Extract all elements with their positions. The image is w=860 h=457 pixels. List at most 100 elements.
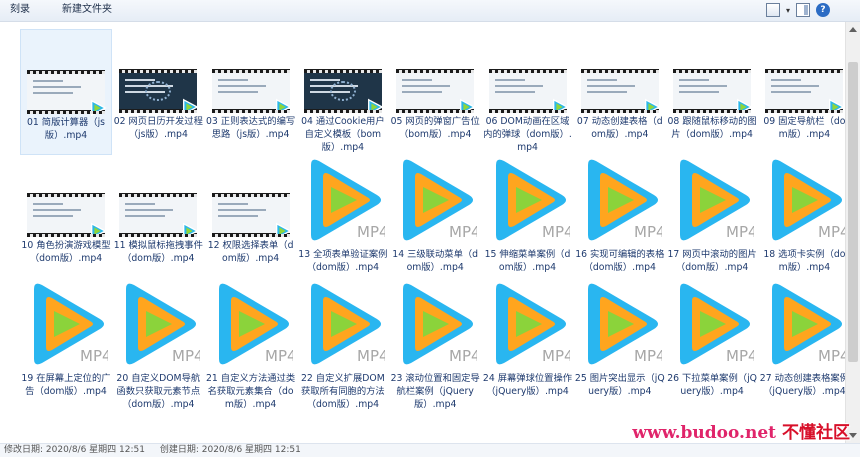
vertical-scrollbar[interactable]: [845, 22, 860, 443]
file-item[interactable]: 03 正则表达式的编写思路（js版）.mp4: [205, 29, 297, 155]
frame-line: [679, 91, 720, 93]
file-name: 06 DOM动画在区域内的弹球（dom版）.mp4: [483, 116, 572, 153]
file-item[interactable]: 08 跟随鼠标移动的图片（dom版）.mp4: [666, 29, 758, 155]
mp4-badge-text: MP4: [172, 347, 200, 365]
watermark-url: www.budoo.net: [632, 423, 776, 443]
video-thumbnail: [27, 70, 107, 117]
file-item[interactable]: 02 网页日历开发过程（js版）.mp4: [112, 29, 204, 155]
file-item[interactable]: 04 通过Cookie用户自定义模板（bom版）.mp4: [297, 29, 389, 155]
scroll-up-arrow-icon[interactable]: [849, 27, 857, 32]
play-icon: [643, 98, 661, 116]
file-item[interactable]: 11 模拟鼠标拖拽事件（dom版）.mp4: [112, 153, 204, 279]
scroll-thumb[interactable]: [848, 62, 858, 362]
file-name: 15 伸缩菜单案例（dom版）.mp4: [484, 249, 571, 273]
frame-line: [402, 79, 433, 81]
frame-line: [33, 80, 63, 82]
frame-line: [217, 85, 266, 87]
file-name: 11 模拟鼠标拖拽事件（dom版）.mp4: [113, 240, 203, 264]
file-item[interactable]: 06 DOM动画在区域内的弹球（dom版）.mp4: [482, 29, 574, 155]
play-icon: [366, 98, 384, 116]
details-status-bar: 修改日期: 2020/8/6 星期四 12:51 创建日期: 2020/8/6 …: [0, 443, 860, 457]
file-name: 24 屏幕弹球位置操作（jQuery版）.mp4: [482, 373, 573, 397]
mp4-badge-text: MP4: [265, 347, 293, 365]
video-thumbnail: [765, 69, 845, 116]
file-item[interactable]: 07 动态创建表格（dom版）.mp4: [574, 29, 666, 155]
frame-line: [33, 215, 73, 217]
frame-line: [771, 79, 802, 81]
file-name: 18 选项卡实例（dom版）.mp4: [763, 249, 845, 273]
file-name: 13 全项表单验证案例（dom版）.mp4: [298, 249, 388, 273]
file-item[interactable]: MP4 24 屏幕弹球位置操作（jQuery版）.mp4: [482, 277, 574, 403]
play-icon: [274, 98, 292, 116]
file-item[interactable]: MP4 26 下拉菜单案例（jQuery版）.mp4: [666, 277, 758, 403]
file-item[interactable]: MP4 27 动态创建表格案例（jQuery版）.mp4: [758, 277, 845, 403]
play-icon: [89, 99, 107, 117]
mp4-badge-text: MP4: [818, 347, 845, 365]
video-thumbnail: [211, 69, 292, 116]
file-item[interactable]: MP4 18 选项卡实例（dom版）.mp4: [758, 153, 845, 279]
file-item[interactable]: 09 固定导航栏（dom版）.mp4: [758, 29, 845, 155]
mp4-file-icon: MP4: [209, 279, 296, 369]
mp4-badge-text: MP4: [80, 347, 108, 365]
frame-line: [586, 85, 635, 87]
file-item[interactable]: MP4 23 滚动位置和固定导航栏案例（jQuery版）.mp4: [389, 277, 481, 410]
play-icon: [735, 98, 753, 116]
video-thumbnail: [673, 69, 753, 116]
mp4-file-icon: MP4: [578, 279, 665, 369]
file-name: 17 网页中滚动的图片（dom版）.mp4: [667, 249, 757, 273]
video-thumbnail: [211, 193, 292, 240]
frame-line: [402, 91, 443, 93]
file-item[interactable]: MP4 19 在屏幕上定位的广告（dom版）.mp4: [20, 277, 112, 403]
new-folder-button[interactable]: 新建文件夹: [62, 3, 112, 17]
preview-pane-icon[interactable]: [796, 3, 810, 17]
file-name: 22 自定义扩展DOM获取所有同胞的方法（dom版）.mp4: [301, 373, 385, 410]
help-icon[interactable]: ?: [816, 3, 830, 17]
burn-button[interactable]: 刻录: [10, 3, 30, 17]
frame-line: [33, 209, 81, 211]
file-item[interactable]: MP4 17 网页中滚动的图片（dom版）.mp4: [666, 153, 758, 279]
mp4-file-icon: MP4: [301, 279, 388, 369]
toolbar-right-group: ▾ ?: [765, 2, 830, 18]
frame-line: [125, 215, 166, 217]
file-item[interactable]: MP4 16 实现可编辑的表格（dom版）.mp4: [574, 153, 666, 279]
file-item[interactable]: MP4 13 全项表单验证案例（dom版）.mp4: [297, 153, 389, 279]
frame-line: [494, 91, 535, 93]
file-item[interactable]: MP4 22 自定义扩展DOM获取所有同胞的方法（dom版）.mp4: [297, 277, 389, 410]
file-item[interactable]: MP4 25 图片突出显示（jQuery版）.mp4: [574, 277, 666, 403]
file-name: 25 图片突出显示（jQuery版）.mp4: [574, 373, 665, 397]
file-name: 12 权限选择表单（dom版）.mp4: [207, 240, 294, 264]
view-dropdown-arrow[interactable]: ▾: [786, 6, 790, 15]
frame-line: [494, 85, 543, 87]
frame-line: [309, 79, 340, 81]
file-item[interactable]: 05 网页的弹窗广告位（bom版）.mp4: [389, 29, 481, 155]
mp4-badge-text: MP4: [634, 347, 662, 365]
file-item[interactable]: MP4 14 三级联动菜单（dom版）.mp4: [389, 153, 481, 279]
mp4-badge-text: MP4: [357, 223, 385, 241]
mp4-file-icon: MP4: [670, 279, 758, 369]
file-name: 23 滚动位置和固定导航栏案例（jQuery版）.mp4: [390, 373, 480, 410]
frame-line: [217, 203, 248, 205]
frame-line: [33, 86, 81, 88]
mp4-badge-text: MP4: [818, 223, 845, 241]
file-name: 10 角色扮演游戏模型（dom版）.mp4: [21, 240, 111, 264]
file-item[interactable]: 12 权限选择表单（dom版）.mp4: [205, 153, 297, 279]
file-item[interactable]: 01 简版计算器（js版）.mp4: [20, 29, 112, 155]
change-view-icon[interactable]: [765, 3, 780, 17]
frame-line: [771, 91, 812, 93]
file-name: 26 下拉菜单案例（jQuery版）.mp4: [667, 373, 757, 397]
file-item[interactable]: MP4 21 自定义方法通过类名获取元素集合（dom版）.mp4: [205, 277, 297, 410]
scroll-down-arrow-icon[interactable]: [849, 433, 857, 438]
file-item[interactable]: 10 角色扮演游戏模型（dom版）.mp4: [20, 153, 112, 279]
frame-line: [125, 209, 174, 211]
file-item[interactable]: MP4 15 伸缩菜单案例（dom版）.mp4: [482, 153, 574, 279]
mp4-badge-text: MP4: [449, 347, 477, 365]
file-name: 07 动态创建表格（dom版）.mp4: [576, 116, 663, 140]
play-icon: [551, 98, 569, 116]
file-name: 14 三级联动菜单（dom版）.mp4: [392, 249, 479, 273]
file-name: 05 网页的弹窗广告位（bom版）.mp4: [390, 116, 480, 140]
frame-line: [217, 91, 258, 93]
file-name: 20 自定义DOM导航函数只获取元素节点（dom版）.mp4: [116, 373, 201, 410]
mp4-file-icon: MP4: [301, 155, 388, 245]
modified-date: 修改日期: 2020/8/6 星期四 12:51: [4, 445, 145, 455]
file-item[interactable]: MP4 20 自定义DOM导航函数只获取元素节点（dom版）.mp4: [112, 277, 204, 410]
